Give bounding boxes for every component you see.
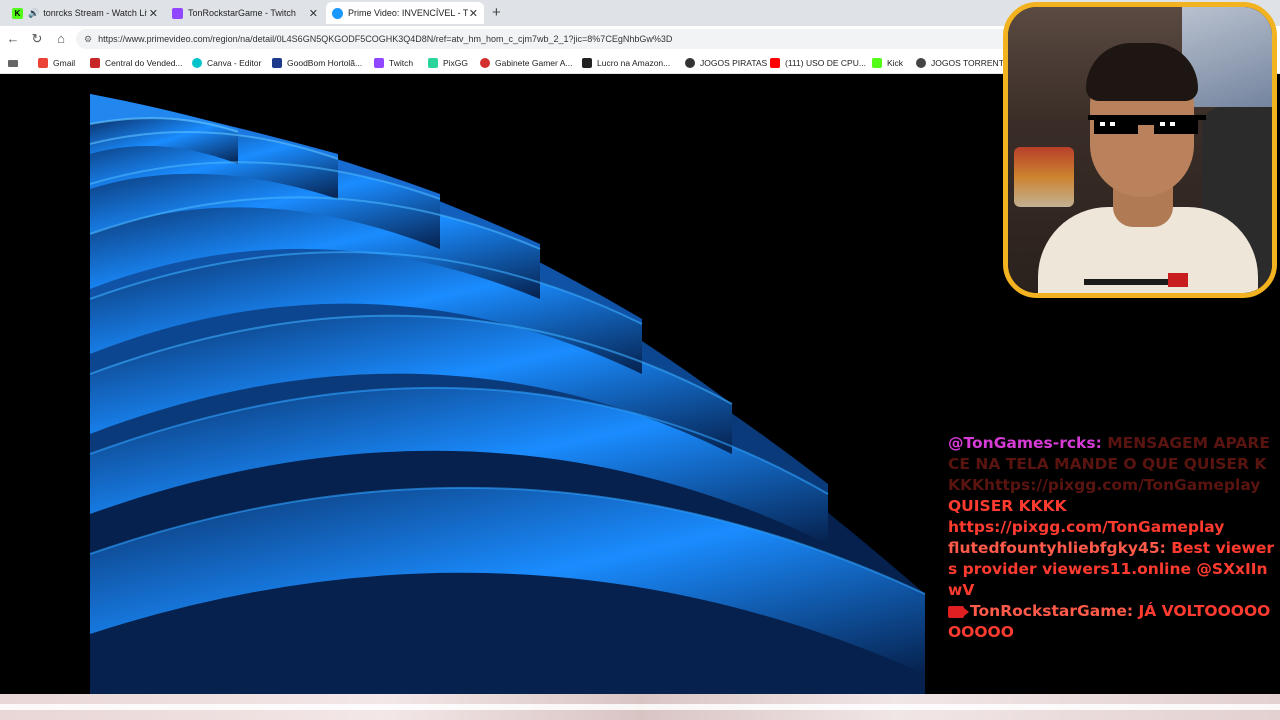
bookmark-jogos-torrent[interactable]: JOGOS TORRENT: [916, 55, 1004, 71]
bookmark-jogos-piratas[interactable]: JOGOS PIRATAS: [685, 55, 767, 71]
bookmark-pixgg[interactable]: PixGG: [428, 55, 468, 71]
twitch-icon: [374, 58, 384, 68]
chat-message: https://pixgg.com/TonGameplay: [948, 518, 1225, 536]
bookmark-lucro-amazon[interactable]: Lucro na Amazon...: [582, 55, 670, 71]
amazon-icon: [582, 58, 592, 68]
bookmark-canva[interactable]: Canva - Editor: [192, 55, 261, 71]
close-icon[interactable]: ✕: [149, 7, 158, 20]
chat-message: flutedfountyhliebfgky45: Best viewers pr…: [948, 538, 1278, 601]
pirate-icon: [685, 58, 695, 68]
bookmark-twitch[interactable]: Twitch: [374, 55, 413, 71]
tab-title: TonRockstarGame - Twitch: [188, 8, 296, 18]
gabinete-icon: [480, 58, 490, 68]
stream-chat-overlay: @TonGames-rcks: MENSAGEM APARECE NA TELA…: [948, 433, 1278, 643]
prime-video-icon: [332, 7, 343, 19]
tab-title: Prime Video: INVENCÍVEL - TEMPO: [348, 8, 468, 18]
kick-icon: [872, 58, 882, 68]
bookmark-gmail[interactable]: Gmail: [38, 55, 75, 71]
tab-twitch[interactable]: TonRockstarGame - Twitch ✕: [166, 2, 324, 24]
store-icon: [90, 58, 100, 68]
site-info-icon[interactable]: ⚙: [84, 34, 92, 45]
canva-icon: [192, 58, 202, 68]
url-text: https://www.primevideo.com/region/na/det…: [98, 34, 673, 44]
kick-icon: K: [12, 7, 23, 19]
pixel-sunglasses-icon: [1088, 115, 1206, 134]
screen: K 🔊 tonrcks Stream - Watch Live o ✕ TonR…: [0, 0, 1280, 720]
bottom-strip: [0, 694, 1280, 720]
twitch-icon: [172, 7, 183, 19]
bookmark-central-vendedor[interactable]: Central do Vended...: [90, 55, 183, 71]
close-icon[interactable]: ✕: [469, 7, 478, 20]
gmail-icon: [38, 58, 48, 68]
webcam-shelf: [1014, 147, 1074, 207]
bottom-bar: [0, 704, 1280, 710]
bookmark-gabinete-gamer[interactable]: Gabinete Gamer A...: [480, 55, 572, 71]
webcam-overlay: [1003, 2, 1277, 298]
reload-icon[interactable]: ↻: [28, 30, 46, 48]
chat-message: TonRockstarGame: JÁ VOLTOOOOOOOOOO: [948, 601, 1278, 643]
tab-prime-video[interactable]: Prime Video: INVENCÍVEL - TEMPO ✕: [326, 2, 484, 24]
camera-icon: [948, 605, 969, 618]
chat-message: QUISER KKKK: [948, 497, 1067, 515]
bookmarks-menu-icon[interactable]: [8, 55, 23, 71]
tab-title: tonrcks Stream - Watch Live o: [43, 8, 147, 18]
close-icon[interactable]: ✕: [309, 7, 318, 20]
pixgg-icon: [428, 58, 438, 68]
goodbom-icon: [272, 58, 282, 68]
youtube-icon: [770, 58, 780, 68]
new-tab-button[interactable]: +: [492, 4, 501, 21]
address-bar[interactable]: ⚙ https://www.primevideo.com/region/na/d…: [76, 29, 1016, 49]
bookmark-goodbom[interactable]: GoodBom Hortolã...: [272, 55, 362, 71]
bookmark-kick[interactable]: Kick: [872, 55, 903, 71]
back-arrow-icon[interactable]: ←: [4, 30, 22, 48]
speaker-icon[interactable]: 🔊: [28, 8, 39, 19]
torrent-icon: [916, 58, 926, 68]
home-icon[interactable]: ⌂: [52, 30, 70, 48]
shirt-stripe-red: [1168, 273, 1188, 287]
chat-username: flutedfountyhliebfgky45:: [948, 539, 1166, 557]
bookmark-youtube-cpu[interactable]: (111) USO DE CPU...: [770, 55, 866, 71]
chat-username: TonRockstarGame:: [970, 602, 1134, 620]
chat-username: @TonGames-rcks:: [948, 434, 1102, 452]
tab-kick-stream[interactable]: K 🔊 tonrcks Stream - Watch Live o ✕: [6, 2, 164, 24]
chat-message: @TonGames-rcks: MENSAGEM APARECE NA TELA…: [948, 433, 1278, 496]
